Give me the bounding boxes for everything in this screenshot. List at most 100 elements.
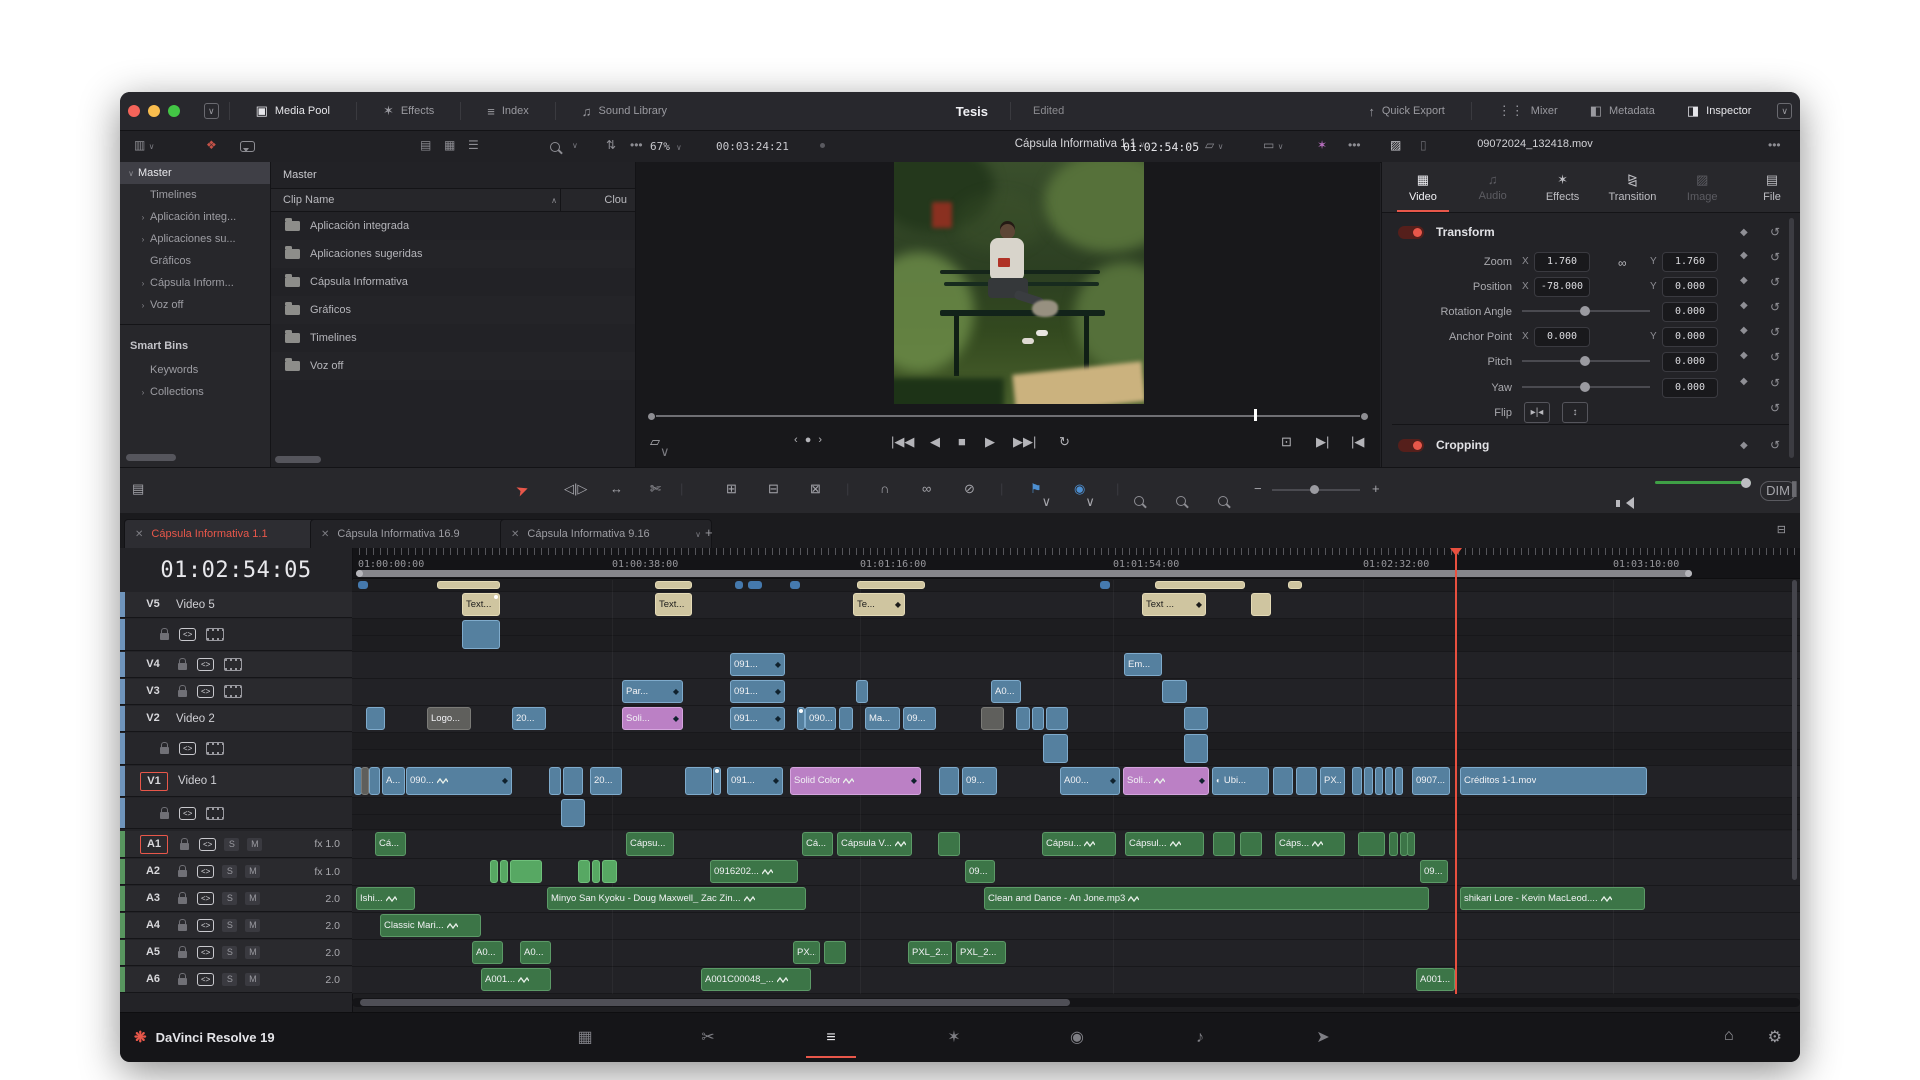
timeline-clip-pxl-2[interactable]: PXL_2... [956,941,1006,964]
link-icon[interactable]: ∞ [1618,256,1627,270]
track-header-a2[interactable]: A2<>SMfx 1.0 [120,859,352,885]
timeline-clip[interactable] [1240,832,1262,856]
anchor point-y-field[interactable]: 0.000 [1662,327,1718,347]
timeline-clip[interactable] [549,767,561,795]
timeline-clip-091[interactable]: 091...◆ [730,707,785,730]
auto-select-icon[interactable]: <> [197,685,214,698]
timeline-clip[interactable] [1389,832,1398,856]
auto-select-icon[interactable]: <> [179,742,196,755]
timeline-clip-em[interactable]: Em... [1124,653,1162,676]
timeline-clip[interactable] [1375,767,1383,795]
anchor point-x-field[interactable]: 0.000 [1534,327,1590,347]
play-button[interactable]: ▶ [985,434,995,450]
timeline-clip-clean-and-dance-an-jone-mp3[interactable]: Clean and Dance - An Jone.mp3 [984,887,1429,910]
zoom-out-icon[interactable]: − [1254,481,1262,496]
auto-select-icon[interactable]: <> [197,919,214,932]
keyframe-icon[interactable]: ◆ [1740,300,1748,311]
reset-icon[interactable]: ↺ [1770,350,1780,364]
clip-list-row[interactable]: Gráficos [271,296,635,324]
track-header-a3[interactable]: A3<>SM2.0 [120,886,352,912]
timeline-clip-a00[interactable]: A00...◆ [1060,767,1120,795]
timeline-clip[interactable] [824,941,846,964]
bin-tree-item-aplicaciones-su-[interactable]: ›Aplicaciones su... [120,228,270,250]
timeline-tab-2[interactable]: ✕Cápsula Informativa 16.9∨ [310,519,518,548]
page-button-fairlight[interactable]: ♪ [1173,1021,1227,1057]
timeline-clip[interactable] [1296,767,1317,795]
timeline-clip-te[interactable]: Te...◆ [853,593,905,616]
track-name[interactable]: Video 1 [178,775,217,787]
timeline-clip-pxl-2[interactable]: PXL_2... [908,941,952,964]
track-header-a1[interactable]: A1<>SMfx 1.0 [120,831,352,858]
timeline-clip-a0[interactable]: A0... [472,941,503,964]
mute-button[interactable]: M [245,973,260,986]
overwrite-clip-icon[interactable]: ⊟ [768,481,779,497]
titlebar-button-metadata[interactable]: ◧Metadata [1574,92,1671,130]
timeline-clip-par[interactable]: Par...◆ [622,680,683,703]
timeline-clip-ma[interactable]: Ma... [865,707,900,730]
timeline-clip[interactable] [938,832,960,856]
zoom-in-icon[interactable]: + [1372,481,1380,496]
timeline-clip-090[interactable]: 090...◆ [406,767,512,795]
timeline-clip[interactable] [1385,767,1393,795]
timeline-clip-px[interactable]: PX... [793,941,820,964]
timeline-clip[interactable] [1100,581,1110,589]
inspector-tab-image[interactable]: ▨Image [1670,162,1734,212]
timeline-clip[interactable] [369,767,380,795]
timeline-clip-shikari-lore-kevin-macleod[interactable]: shikari Lore - Kevin MacLeod.... [1460,887,1645,910]
search-options-chevron[interactable]: ∨ [572,141,578,150]
page-button-cut[interactable]: ✂ [681,1021,735,1057]
timeline-clip-09[interactable]: 09... [1420,860,1448,883]
grade-wand-icon[interactable]: ✶ [1317,138,1327,152]
auto-select-icon[interactable]: <> [197,892,214,905]
mute-button[interactable]: M [245,865,260,878]
timeline-clip-c-psu[interactable]: Cápsu... [626,832,674,856]
timeline-clip-c-psu[interactable]: Cápsu... [1042,832,1116,856]
track-header-v1[interactable]: V1Video 1 [120,766,352,797]
cropping-section-toggle[interactable] [1398,439,1424,452]
clip-list-row[interactable]: Aplicación integrada [271,212,635,240]
track-lock-icon[interactable] [160,747,169,754]
timeline-horizontal-scrollbar[interactable] [352,998,1800,1007]
timeline-clip[interactable] [1213,832,1235,856]
project-settings-gear-icon[interactable]: ⚙ [1768,1027,1782,1047]
timeline-tab-3[interactable]: ✕Cápsula Informativa 9.16∨ [500,519,712,548]
stop-button[interactable]: ■ [958,434,966,449]
yaw-field[interactable]: 0.000 [1662,378,1718,398]
rotation-angle-field[interactable]: 0.000 [1662,302,1718,322]
inspector-more-icon[interactable]: ••• [1768,138,1781,152]
timeline-clip-soli[interactable]: Soli...◆ [1123,767,1209,795]
inspector-clip-icon[interactable]: ▯ [1420,138,1427,152]
track-enable-icon[interactable] [206,742,224,755]
timeline-clip[interactable] [1043,734,1068,763]
flag-icon[interactable]: ⚑ ∨ [1030,481,1042,497]
sort-icon[interactable]: ⇅ [606,138,616,152]
inspector-tab-video[interactable]: ▦Video [1391,162,1455,212]
timeline-list-icon[interactable]: ⊟ [1777,523,1786,536]
timeline-vertical-scrollbar[interactable] [1792,580,1797,880]
timeline-options-icon[interactable]: ▤ [132,481,144,497]
keyframe-icon[interactable]: ◆ [1740,440,1748,451]
timeline-clip[interactable] [839,707,853,730]
column-clip-name[interactable]: Clip Name [283,194,334,206]
track-lock-icon[interactable] [178,978,187,985]
timeline-clip-0907[interactable]: 0907... [1412,767,1450,795]
timeline-clip[interactable] [797,707,805,730]
close-tab-icon[interactable]: ✕ [511,529,519,540]
solo-button[interactable]: S [222,946,237,959]
thumbnail-view-icon[interactable]: ▦ [444,138,455,152]
timeline-clip-cr-ditos-1-1-mov[interactable]: Créditos 1-1.mov [1460,767,1647,795]
track-id-v5[interactable]: V5 [140,596,166,613]
project-home-icon[interactable]: ⌂ [1724,1027,1734,1047]
media-pool-more-icon[interactable]: ••• [630,138,643,152]
reset-icon[interactable]: ↺ [1770,275,1780,289]
timeline-clip[interactable] [1046,707,1068,730]
track-lock-icon[interactable] [178,690,187,697]
flip-vertical-button[interactable]: ↕ [1562,402,1588,423]
timeline-clip[interactable] [1155,581,1245,589]
timeline-clip[interactable] [500,860,508,883]
transform-section-toggle[interactable] [1398,226,1424,239]
solo-button[interactable]: S [224,838,239,851]
zoom-slider[interactable] [1272,489,1360,491]
clip-list-row[interactable]: Aplicaciones sugeridas [271,240,635,268]
reset-icon[interactable]: ↺ [1770,225,1780,239]
